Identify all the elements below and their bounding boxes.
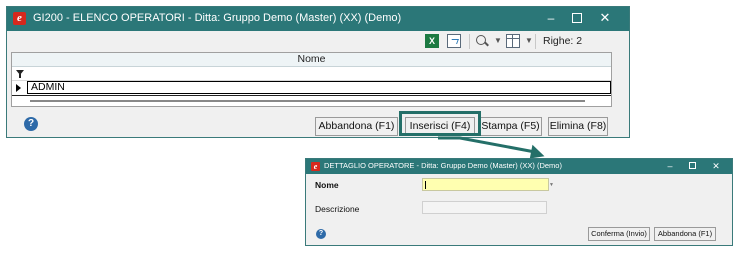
dialog-close-button[interactable]: ✕ — [708, 159, 724, 174]
close-button[interactable]: ✕ — [593, 9, 617, 27]
operators-grid[interactable]: Nome ADMIN — [11, 52, 612, 107]
minimize-button[interactable]: – — [539, 9, 563, 27]
dialog-abbandona-button[interactable]: Abbandona (F1) — [654, 227, 716, 241]
nome-label: Nome — [315, 180, 339, 190]
search-icon[interactable] — [475, 34, 489, 48]
columns-settings-icon[interactable] — [506, 34, 520, 48]
main-titlebar[interactable]: e GI200 - ELENCO OPERATORI - Ditta: Grup… — [7, 7, 629, 31]
dialog-maximize-button[interactable] — [684, 159, 700, 174]
column-header-nome[interactable]: Nome — [12, 53, 611, 67]
help-icon[interactable]: ? — [316, 229, 326, 239]
elimina-button[interactable]: Elimina (F8) — [548, 117, 608, 136]
maximize-icon — [572, 12, 582, 23]
row-count-label: Righe: 2 — [543, 35, 583, 47]
current-row-indicator-icon — [16, 84, 21, 92]
filter-icon — [16, 70, 24, 78]
maximize-button[interactable] — [565, 9, 589, 27]
excel-export-icon[interactable]: X — [425, 34, 439, 48]
toolbar-separator — [535, 34, 536, 49]
abbandona-button[interactable]: Abbandona (F1) — [315, 117, 398, 136]
help-icon[interactable]: ? — [24, 117, 38, 131]
app-logo-icon: e — [311, 162, 320, 171]
main-button-bar: ? Abbandona (F1) Inserisci (F4) Stampa (… — [7, 111, 629, 138]
table-row[interactable]: ADMIN — [12, 81, 611, 96]
nome-input[interactable]: ▼ — [422, 178, 554, 191]
conferma-button[interactable]: Conferma (Invio) — [588, 227, 650, 241]
horizontal-scrollbar[interactable] — [30, 100, 585, 102]
inserisci-highlight-box — [399, 111, 481, 136]
descrizione-input[interactable] — [422, 201, 547, 214]
grid-toolbar: X ▼ ▼ Righe: 2 — [7, 31, 629, 51]
text-cursor — [425, 181, 426, 189]
export-icon[interactable] — [447, 34, 461, 48]
app-logo-icon: e — [13, 12, 26, 25]
dialog-minimize-button[interactable]: – — [662, 159, 678, 174]
maximize-icon — [688, 162, 696, 170]
main-window-title: GI200 - ELENCO OPERATORI - Ditta: Gruppo… — [33, 12, 402, 24]
search-dropdown-icon[interactable]: ▼ — [494, 36, 502, 45]
dialog-title: DETTAGLIO OPERATORE - Ditta: Gruppo Demo… — [324, 161, 562, 170]
stampa-button[interactable]: Stampa (F5) — [479, 117, 542, 136]
toolbar-separator — [469, 34, 470, 49]
nome-dropdown-icon[interactable]: ▼ — [549, 182, 554, 188]
operator-detail-dialog: e DETTAGLIO OPERATORE - Ditta: Gruppo De… — [305, 158, 733, 246]
operators-list-window: e GI200 - ELENCO OPERATORI - Ditta: Grup… — [6, 6, 630, 138]
columns-dropdown-icon[interactable]: ▼ — [525, 36, 533, 45]
filter-row[interactable] — [12, 67, 611, 81]
table-cell-nome[interactable]: ADMIN — [27, 81, 611, 94]
dialog-titlebar[interactable]: e DETTAGLIO OPERATORE - Ditta: Gruppo De… — [306, 159, 732, 174]
descrizione-label: Descrizione — [315, 204, 360, 214]
